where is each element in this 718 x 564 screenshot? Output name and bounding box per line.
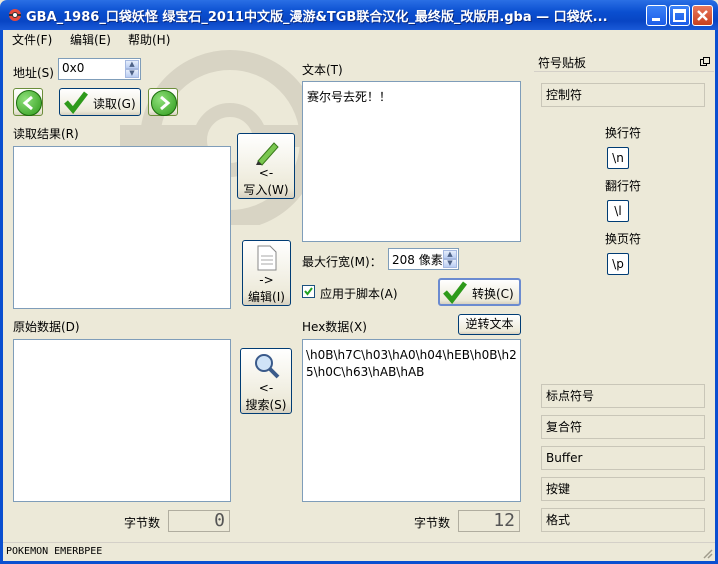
minimize-icon xyxy=(652,18,660,21)
close-button[interactable] xyxy=(692,5,713,26)
text-textarea[interactable]: 赛尔号去死！！ xyxy=(302,81,521,242)
checkmark-icon xyxy=(304,287,313,296)
check-icon xyxy=(64,91,88,114)
edit-button[interactable]: -> 编辑(I) xyxy=(242,240,291,306)
convert-button[interactable]: 转换(C) xyxy=(438,278,521,306)
pencil-icon xyxy=(256,142,279,166)
check-icon xyxy=(443,281,467,304)
resize-grip-icon[interactable] xyxy=(701,547,713,559)
scroll-symbol-button[interactable]: \l xyxy=(607,200,629,222)
status-bar: POKEMON EMERBPEE xyxy=(3,542,715,561)
write-button-label: 写入(W) xyxy=(243,183,289,197)
spin-up-icon[interactable]: ▲ xyxy=(125,60,139,69)
clipboard-title: 符号贴板 xyxy=(538,56,587,70)
edit-button-arrow: -> xyxy=(259,273,274,287)
newline-symbol-button[interactable]: \n xyxy=(607,147,629,169)
spin-down-icon[interactable]: ▼ xyxy=(125,69,139,78)
menu-file[interactable]: 文件(F) xyxy=(12,31,52,48)
next-button[interactable] xyxy=(148,88,178,116)
pagebreak-symbol-button[interactable]: \p xyxy=(607,253,629,275)
text-label: 文本(T) xyxy=(302,63,343,77)
address-label: 地址(S) xyxy=(13,66,54,80)
write-button-arrow: <- xyxy=(258,166,274,180)
spin-down-icon[interactable]: ▼ xyxy=(443,259,457,268)
search-button-arrow: <- xyxy=(258,381,274,395)
window-title: GBA_1986_口袋妖怪 绿宝石_2011中文版_漫游&TGB联合汉化_最终版… xyxy=(26,10,608,25)
address-spinner[interactable]: ▲ ▼ xyxy=(125,60,139,78)
max-line-width-value: 208 像素 xyxy=(392,253,443,267)
left-byte-count-display: 0 xyxy=(168,510,230,532)
write-button[interactable]: <- 写入(W) xyxy=(237,133,295,199)
compound-button[interactable]: 复合符 xyxy=(541,415,705,439)
max-line-width-spinner[interactable]: ▲ ▼ xyxy=(443,250,457,268)
hex-textarea[interactable]: \h0B\h7C\h03\hA0\h04\hEB\h0B\h25\h0C\h63… xyxy=(302,339,521,502)
clipboard-panel-header: 符号贴板 xyxy=(534,52,714,72)
scroll-label: 翻行符 xyxy=(605,179,642,193)
read-button-label: 读取(G) xyxy=(93,97,136,111)
raw-data-label: 原始数据(D) xyxy=(13,320,80,334)
format-button[interactable]: 格式 xyxy=(541,508,705,532)
right-byte-count-display: 12 xyxy=(458,510,520,532)
max-line-width-label: 最大行宽(M)： xyxy=(302,255,382,269)
punctuation-button[interactable]: 标点符号 xyxy=(541,384,705,408)
left-arrow-icon xyxy=(16,90,42,116)
maximize-button[interactable] xyxy=(669,5,690,26)
convert-button-label: 转换(C) xyxy=(472,287,514,301)
edit-button-label: 编辑(I) xyxy=(248,290,285,304)
address-value: 0x0 xyxy=(62,61,85,75)
apply-script-checkbox[interactable] xyxy=(302,285,315,298)
pagebreak-label: 换页符 xyxy=(605,232,642,246)
keys-button[interactable]: 按键 xyxy=(541,477,705,501)
read-result-textarea[interactable] xyxy=(13,146,231,309)
document-icon xyxy=(257,245,277,271)
status-text: POKEMON EMERBPEE xyxy=(6,546,103,557)
reverse-text-button[interactable]: 逆转文本 xyxy=(458,314,521,335)
search-button-label: 搜索(S) xyxy=(245,398,287,412)
magnifier-icon xyxy=(255,354,280,379)
raw-data-textarea[interactable] xyxy=(13,339,231,502)
hex-content: \h0B\h7C\h03\hA0\h04\hEB\h0B\h25\h0C\h63… xyxy=(306,348,517,379)
search-button[interactable]: <- 搜索(S) xyxy=(240,348,292,414)
text-content: 赛尔号去死！！ xyxy=(307,90,392,104)
spin-up-icon[interactable]: ▲ xyxy=(443,250,457,259)
control-chars-button[interactable]: 控制符 xyxy=(541,83,705,107)
newline-label: 换行符 xyxy=(605,126,642,140)
app-icon xyxy=(8,8,22,22)
prev-button[interactable] xyxy=(13,88,43,116)
maximize-icon xyxy=(673,9,686,22)
window-frame-left xyxy=(0,30,3,564)
minimize-button[interactable] xyxy=(646,5,667,26)
buffer-button[interactable]: Buffer xyxy=(541,446,705,470)
close-icon xyxy=(697,10,708,21)
address-input[interactable]: 0x0 ▲ ▼ xyxy=(58,58,141,80)
read-result-label: 读取结果(R) xyxy=(13,127,79,141)
right-arrow-icon xyxy=(151,90,177,116)
max-line-width-input[interactable]: 208 像素 ▲ ▼ xyxy=(388,248,459,270)
hex-label: Hex数据(X) xyxy=(302,320,367,334)
dock-icon[interactable] xyxy=(700,57,710,67)
right-byte-count-label: 字节数 xyxy=(414,516,451,530)
left-byte-count-label: 字节数 xyxy=(124,516,161,530)
read-button[interactable]: 读取(G) xyxy=(59,88,141,116)
apply-script-label: 应用于脚本(A) xyxy=(320,287,398,301)
